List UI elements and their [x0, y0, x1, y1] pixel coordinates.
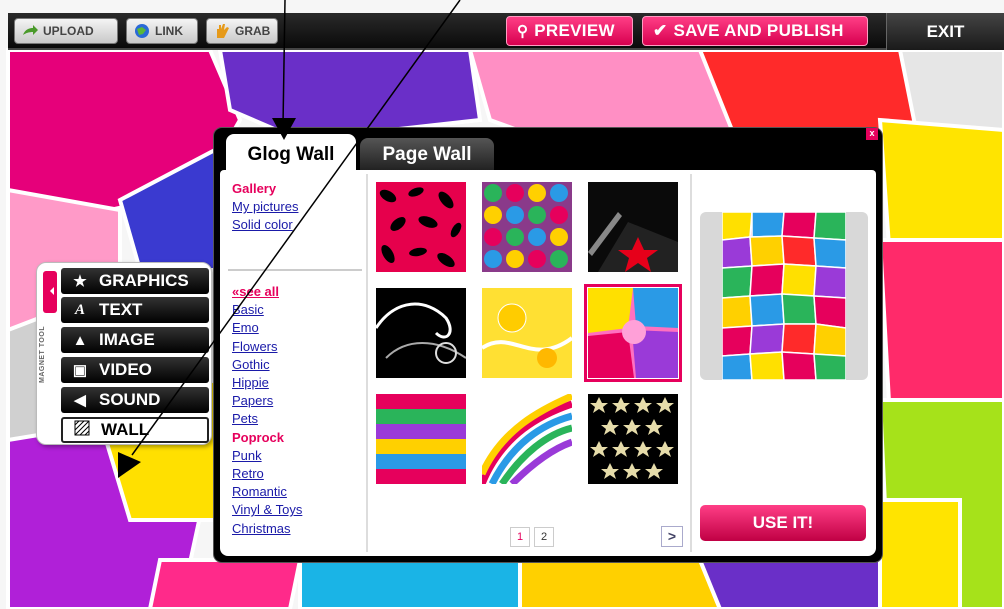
- category-see-all[interactable]: «see all: [232, 283, 362, 301]
- page-2-button[interactable]: 2: [534, 527, 554, 547]
- upload-label: UPLOAD: [43, 24, 94, 38]
- category-retro[interactable]: Retro: [232, 465, 362, 483]
- category-basic[interactable]: Basic: [232, 301, 362, 319]
- page-1-button[interactable]: 1: [510, 527, 530, 547]
- hand-icon: [217, 24, 229, 38]
- tool-label: TEXT: [99, 300, 143, 319]
- upload-button[interactable]: UPLOAD: [14, 18, 118, 44]
- image-icon: ▲: [72, 331, 88, 349]
- link-label: LINK: [155, 24, 183, 38]
- category-christmas[interactable]: Christmas: [232, 520, 362, 538]
- link-solid-color[interactable]: Solid color: [232, 216, 362, 234]
- wall-thumbnail[interactable]: [376, 182, 466, 272]
- checkmark-icon: ✔: [653, 21, 668, 40]
- tool-label: GRAPHICS: [99, 271, 189, 290]
- category-gothic[interactable]: Gothic: [232, 356, 362, 374]
- source-links: Gallery My pictures Solid color: [232, 180, 362, 235]
- magnet-tool-label: MAGNET TOOL: [39, 325, 46, 383]
- wall-thumbnail[interactable]: [588, 394, 678, 484]
- tool-video[interactable]: ▣ VIDEO: [61, 357, 209, 383]
- tool-label: VIDEO: [99, 360, 152, 379]
- wall-thumbnail[interactable]: [482, 288, 572, 378]
- magnifier-icon: ⚲: [517, 23, 529, 40]
- upload-arrow-icon: [23, 25, 38, 35]
- category-list: «see all Basic Emo Flowers Gothic Hippie…: [232, 283, 362, 538]
- grab-button[interactable]: GRAB: [206, 18, 278, 44]
- close-icon[interactable]: x: [866, 128, 878, 140]
- tool-text[interactable]: A TEXT: [61, 297, 209, 323]
- exit-button[interactable]: EXIT: [886, 13, 1004, 50]
- save-publish-label: SAVE AND PUBLISH: [673, 21, 844, 40]
- tool-label: IMAGE: [99, 330, 155, 349]
- speaker-icon: ◀: [74, 392, 86, 409]
- tool-image[interactable]: ▲ IMAGE: [61, 327, 209, 353]
- tab-glog-wall[interactable]: Glog Wall: [226, 134, 356, 172]
- wall-picker-dialog: x Glog Wall Page Wall Gallery My picture…: [214, 128, 882, 562]
- category-papers[interactable]: Papers: [232, 392, 362, 410]
- column-divider: [690, 174, 692, 552]
- globe-icon: [135, 24, 149, 38]
- wall-thumbnail[interactable]: [482, 182, 572, 272]
- category-poprock[interactable]: Poprock: [232, 429, 362, 447]
- wall-thumbnail[interactable]: [482, 394, 572, 484]
- collapse-tab-icon[interactable]: [43, 271, 57, 313]
- tool-label: WALL: [101, 420, 150, 439]
- preview-button[interactable]: ⚲ PREVIEW: [506, 16, 633, 46]
- wall-thumbnail-selected[interactable]: [584, 284, 682, 382]
- wall-thumbnail[interactable]: [588, 182, 678, 272]
- category-romantic[interactable]: Romantic: [232, 483, 362, 501]
- link-my-pictures[interactable]: My pictures: [232, 198, 362, 216]
- save-publish-button[interactable]: ✔ SAVE AND PUBLISH: [642, 16, 868, 46]
- tool-graphics[interactable]: ★ GRAPHICS: [61, 268, 209, 294]
- category-flowers[interactable]: Flowers: [232, 338, 362, 356]
- tool-label: SOUND: [99, 390, 161, 409]
- film-icon: ▣: [72, 362, 88, 379]
- category-emo[interactable]: Emo: [232, 319, 362, 337]
- link-button[interactable]: LINK: [126, 18, 198, 44]
- wall-thumbnail[interactable]: [376, 288, 466, 378]
- star-icon: ★: [73, 273, 87, 290]
- magnet-tool-panel: MAGNET TOOL ★ GRAPHICS A TEXT ▲ IMAGE ▣ …: [36, 262, 212, 445]
- column-divider: [366, 174, 368, 552]
- grab-label: GRAB: [235, 24, 271, 38]
- category-punk[interactable]: Punk: [232, 447, 362, 465]
- category-pets[interactable]: Pets: [232, 410, 362, 428]
- tool-sound[interactable]: ◀ SOUND: [61, 387, 209, 413]
- hatched-wall-icon: [63, 420, 101, 440]
- tool-wall[interactable]: WALL: [61, 417, 209, 443]
- divider: [228, 269, 362, 271]
- top-toolbar: UPLOAD LINK GRAB ⚲ PREVIEW ✔ SAVE AND PU…: [8, 13, 1004, 50]
- dialog-body: Gallery My pictures Solid color «see all…: [220, 170, 876, 556]
- next-page-button[interactable]: >: [661, 526, 683, 547]
- italic-a-icon: A: [74, 301, 85, 318]
- category-hippie[interactable]: Hippie: [232, 374, 362, 392]
- wall-thumbnail[interactable]: [376, 394, 466, 484]
- link-gallery[interactable]: Gallery: [232, 180, 362, 198]
- use-it-button[interactable]: USE IT!: [700, 505, 866, 541]
- wall-preview: [700, 212, 868, 380]
- exit-label: EXIT: [926, 21, 965, 41]
- category-vinyl-toys[interactable]: Vinyl & Toys: [232, 501, 362, 519]
- preview-label: PREVIEW: [534, 21, 615, 40]
- tab-page-wall[interactable]: Page Wall: [360, 138, 494, 170]
